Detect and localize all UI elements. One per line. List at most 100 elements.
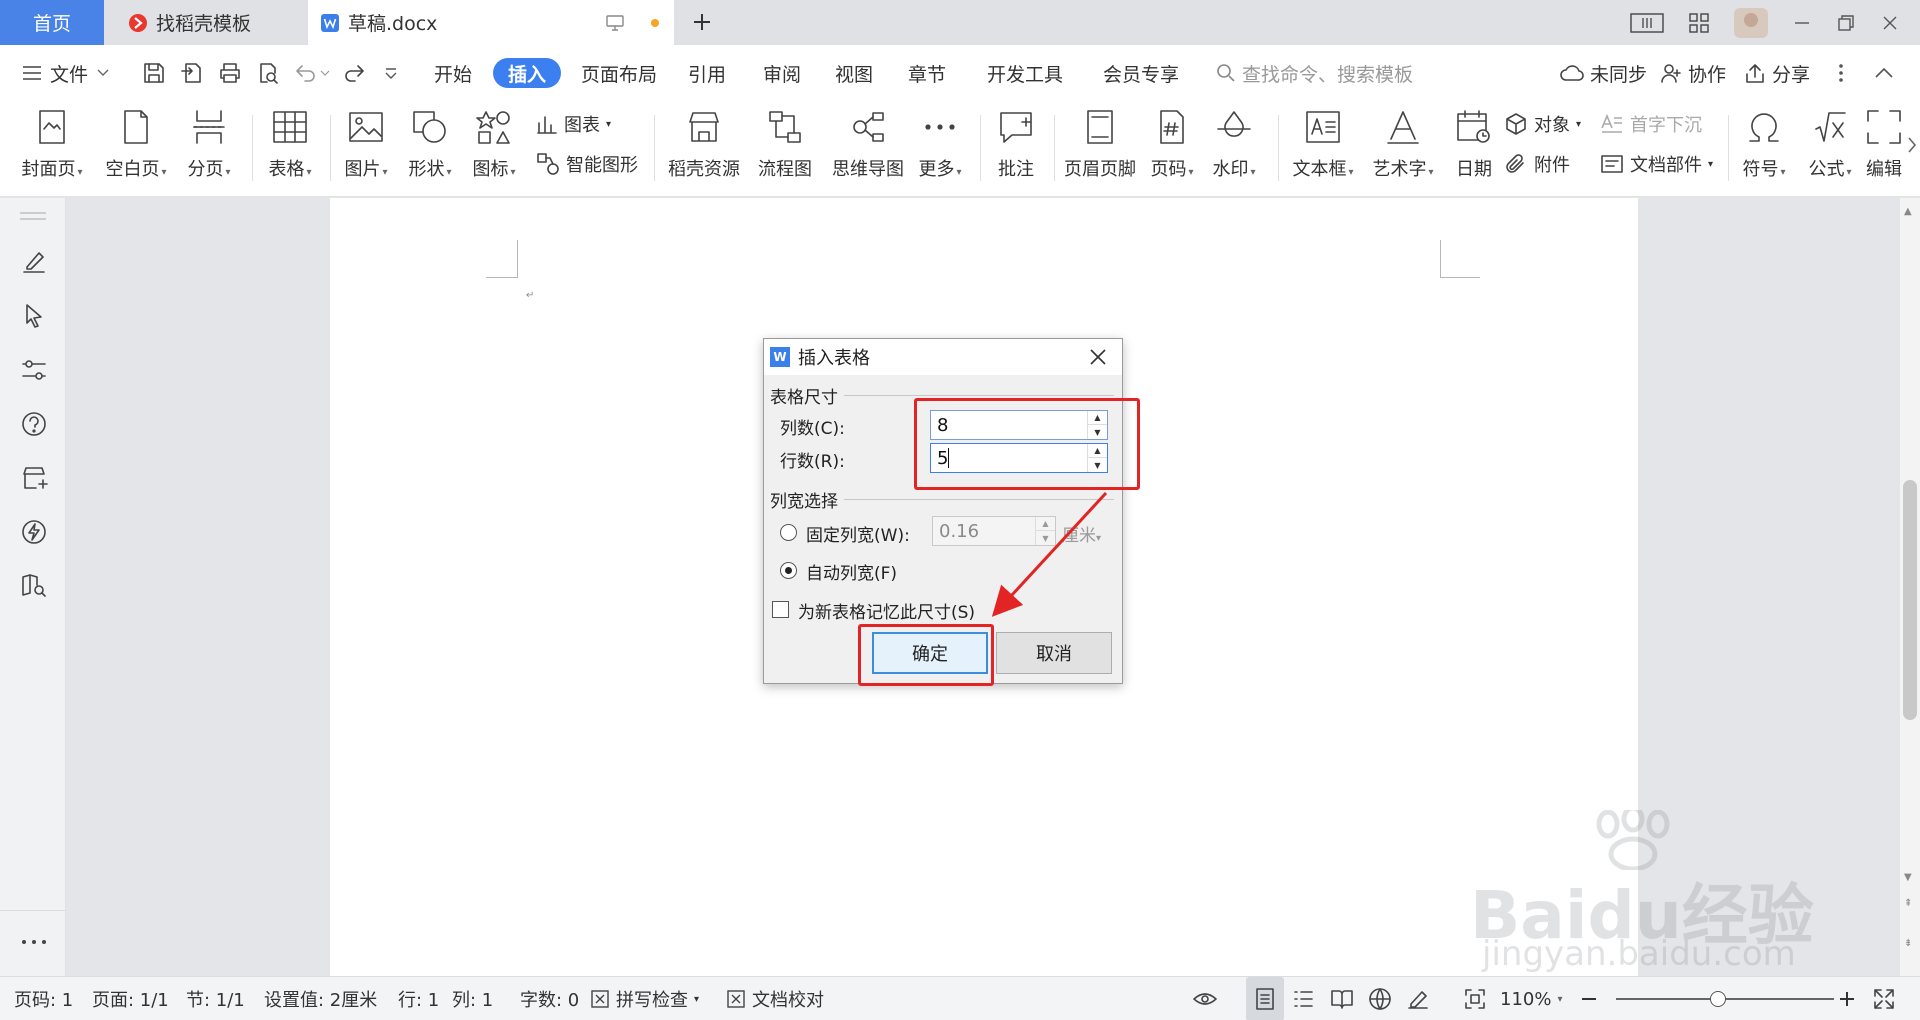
tab-home[interactable]: 首页 <box>0 0 104 45</box>
blank-page-button[interactable]: 空白页 ▾ <box>98 101 174 181</box>
fit-page-icon[interactable] <box>1464 977 1486 1020</box>
file-menu[interactable]: 文件 <box>22 45 110 101</box>
status-setting[interactable]: 设置值: 2厘米 <box>264 977 377 1020</box>
more-button[interactable]: 更多 ▾ <box>912 101 968 181</box>
menu-view[interactable]: 视图 <box>835 45 873 101</box>
status-pages[interactable]: 页面: 1/1 <box>92 977 169 1020</box>
zoom-in-icon[interactable] <box>1838 977 1856 1020</box>
edit-button[interactable]: 编辑 <box>1866 101 1906 181</box>
menu-member[interactable]: 会员专享 <box>1103 45 1179 101</box>
undo-button[interactable] <box>294 45 330 101</box>
fixed-width-stepper[interactable]: 0.16 ▲ ▼ <box>932 516 1056 546</box>
adjust-settings-icon[interactable] <box>20 356 48 384</box>
object-button[interactable]: 对象 ▾ <box>1504 111 1581 137</box>
spellcheck-button[interactable]: 拼写检查 ▾ <box>590 977 699 1020</box>
fixed-width-value[interactable]: 0.16 <box>939 521 979 542</box>
rail-more-icon[interactable] <box>20 938 48 966</box>
flowchart-button[interactable]: 流程图 <box>752 101 818 181</box>
share-button[interactable]: 分享 <box>1744 45 1810 101</box>
menu-page-layout[interactable]: 页面布局 <box>581 45 657 101</box>
wordart-button[interactable]: 艺术字 ▾ <box>1366 101 1440 181</box>
zoom-out-icon[interactable] <box>1580 977 1598 1020</box>
close-window-icon[interactable] <box>1880 13 1900 33</box>
fixed-width-radio[interactable] <box>780 524 797 541</box>
ribbon-scroll-right-icon[interactable] <box>1906 135 1918 155</box>
smart-art-button[interactable]: 智能图形 <box>536 151 638 177</box>
proofread-button[interactable]: 文档校对 <box>726 977 824 1020</box>
save-icon[interactable] <box>142 45 166 101</box>
sync-status[interactable]: 未同步 <box>1560 45 1647 101</box>
shape-button[interactable]: 形状 ▾ <box>402 101 458 181</box>
export-pdf-icon[interactable] <box>180 45 204 101</box>
icon-button[interactable]: 图标 ▾ <box>466 101 522 181</box>
attachment-button[interactable]: 附件 <box>1504 151 1570 177</box>
cursor-select-icon[interactable] <box>20 302 48 330</box>
status-section[interactable]: 节: 1/1 <box>186 977 245 1020</box>
zoom-slider-thumb[interactable] <box>1710 991 1726 1007</box>
scroll-thumb[interactable] <box>1903 480 1917 720</box>
scroll-up-icon[interactable]: ▲ <box>1904 206 1912 217</box>
vertical-scrollbar[interactable]: ▲ ▼ ⇞ ⇟ <box>1900 198 1920 976</box>
page-number-button[interactable]: 页码 ▾ <box>1144 101 1200 181</box>
pen-edit-icon[interactable] <box>20 248 48 276</box>
command-search[interactable]: 查找命令、搜索模板 <box>1216 45 1413 101</box>
lightning-icon[interactable] <box>20 518 48 546</box>
remember-size-label[interactable]: 为新表格记忆此尺寸(S) <box>798 598 975 623</box>
remember-size-checkbox[interactable] <box>772 601 789 618</box>
drop-cap-button[interactable]: 首字下沉 <box>1600 111 1702 137</box>
minimize-icon[interactable] <box>1792 13 1812 33</box>
collapse-ribbon-icon[interactable] <box>1874 45 1894 101</box>
mindmap-button[interactable]: 思维导图 <box>826 101 910 181</box>
menu-start[interactable]: 开始 <box>434 45 472 101</box>
table-button[interactable]: 表格 ▾ <box>258 101 322 181</box>
status-row[interactable]: 行: 1 <box>398 977 439 1020</box>
picture-button[interactable]: 图片 ▾ <box>338 101 394 181</box>
width-unit-select[interactable]: 厘米▾ <box>1062 521 1101 546</box>
help-icon[interactable] <box>20 410 48 438</box>
auto-width-label[interactable]: 自动列宽(F) <box>806 559 897 584</box>
cancel-button[interactable]: 取消 <box>996 632 1112 674</box>
web-view-icon[interactable] <box>1368 977 1392 1020</box>
redo-icon[interactable] <box>342 45 366 101</box>
grid-apps-icon[interactable] <box>1688 12 1710 34</box>
fullscreen-icon[interactable] <box>1872 977 1896 1020</box>
book-search-icon[interactable] <box>20 572 48 600</box>
menu-references[interactable]: 引用 <box>688 45 726 101</box>
print-icon[interactable] <box>218 45 242 101</box>
menu-dev-tools[interactable]: 开发工具 <box>987 45 1063 101</box>
status-col[interactable]: 列: 1 <box>452 977 493 1020</box>
eye-protection-icon[interactable] <box>1192 977 1218 1020</box>
symbol-button[interactable]: 符号 ▾ <box>1734 101 1794 181</box>
page-view-icon[interactable] <box>1246 977 1284 1020</box>
zoom-select[interactable]: 110% ▾ <box>1500 977 1563 1020</box>
restore-icon[interactable] <box>1836 13 1856 33</box>
prev-page-icon[interactable]: ⇞ <box>1904 898 1912 909</box>
comment-button[interactable]: 批注 <box>986 101 1046 181</box>
new-tab-button[interactable] <box>688 8 716 36</box>
zoom-slider[interactable] <box>1616 977 1834 1020</box>
status-page-number[interactable]: 页码: 1 <box>14 977 73 1020</box>
user-avatar[interactable] <box>1734 7 1768 38</box>
scroll-down-icon[interactable]: ▼ <box>1904 872 1912 883</box>
menu-chapter[interactable]: 章节 <box>908 45 946 101</box>
watermark-button[interactable]: 水印 ▾ <box>1206 101 1262 181</box>
formula-button[interactable]: 公式 ▾ <box>1800 101 1860 181</box>
outline-view-icon[interactable] <box>1292 977 1314 1020</box>
monitor-icon[interactable] <box>606 14 624 31</box>
reading-mode-icon[interactable] <box>1630 12 1664 34</box>
close-icon[interactable] <box>1086 345 1110 369</box>
status-words[interactable]: 字数: 0 <box>520 977 579 1020</box>
width-up-icon[interactable]: ▲ <box>1036 517 1055 531</box>
write-mode-icon[interactable] <box>1406 977 1430 1020</box>
shop-bag-icon[interactable] <box>20 464 48 492</box>
cover-page-button[interactable]: 封面页 ▾ <box>14 101 90 181</box>
menu-review[interactable]: 审阅 <box>763 45 801 101</box>
auto-width-radio[interactable] <box>780 562 797 579</box>
more-options-icon[interactable] <box>1838 45 1844 101</box>
reading-view-icon[interactable] <box>1330 977 1354 1020</box>
textbox-button[interactable]: 文本框 ▾ <box>1286 101 1360 181</box>
tab-document[interactable]: 草稿.docx <box>308 0 674 45</box>
tab-templates[interactable]: 找稻壳模板 <box>110 0 302 45</box>
doc-parts-button[interactable]: 文档部件 ▾ <box>1600 151 1713 177</box>
chart-button[interactable]: 图表 ▾ <box>536 111 611 137</box>
